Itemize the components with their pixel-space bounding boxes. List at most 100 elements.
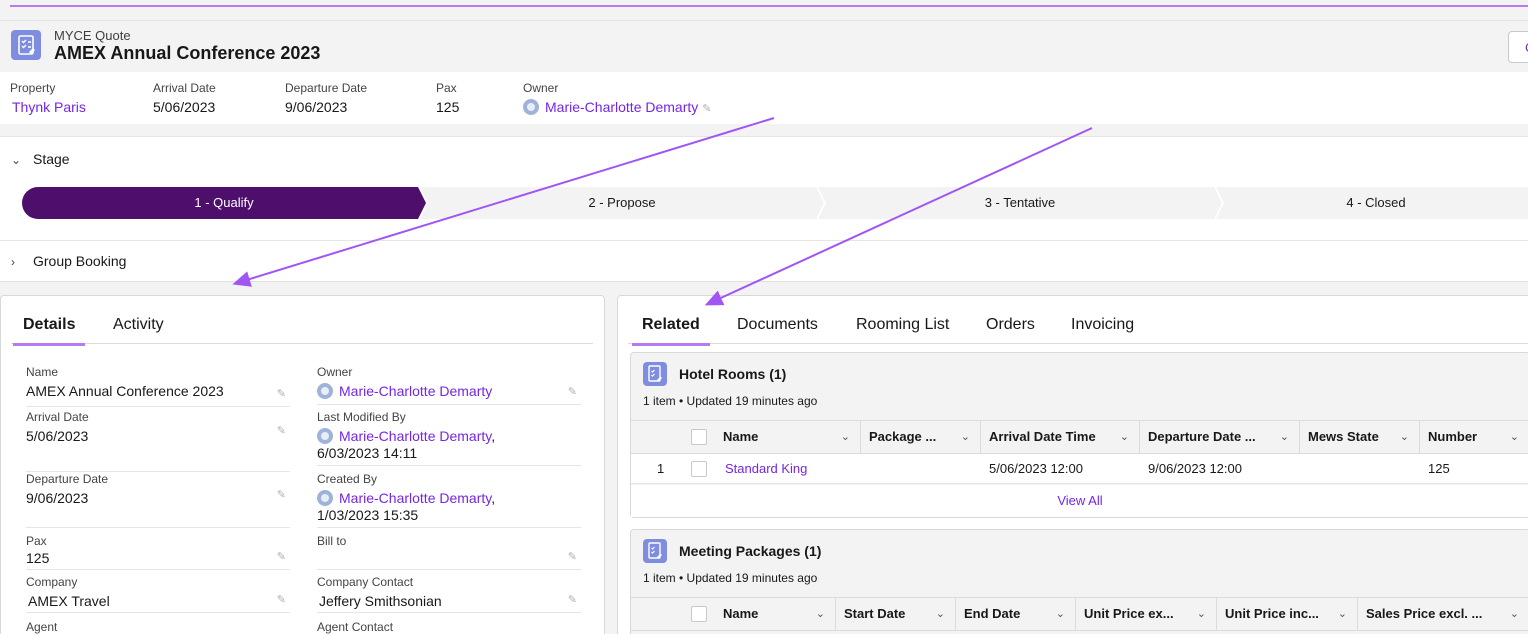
chevron-right-icon: ›	[11, 255, 15, 269]
column-header[interactable]: Name ⌄	[715, 421, 861, 453]
chevron-down-icon[interactable]: ⌄	[961, 421, 970, 453]
column-header[interactable]: Mews State ⌄	[1300, 421, 1420, 453]
field-pax: Pax 125 ✎	[26, 534, 290, 570]
last-modified-value: Marie-Charlotte Demarty,	[317, 428, 581, 444]
pencil-icon[interactable]: ✎	[277, 488, 286, 501]
change-owner-icon[interactable]: ✎	[702, 102, 714, 115]
chevron-down-icon: ⌄	[11, 153, 22, 167]
path-step-closed[interactable]: 4 - Closed	[1216, 187, 1528, 219]
owner-link[interactable]: Marie-Charlotte Demarty	[339, 383, 492, 399]
chevron-down-icon[interactable]: ⌄	[1197, 598, 1206, 630]
field-label: Pax	[26, 534, 47, 548]
tab-rooming-list[interactable]: Rooming List	[856, 316, 949, 334]
chevron-down-icon[interactable]: ⌄	[1338, 598, 1347, 630]
view-all-link[interactable]: View All	[631, 485, 1528, 517]
row-arrival: 5/06/2023 12:00	[989, 461, 1083, 476]
field-name: Name AMEX Annual Conference 2023 ✎	[26, 365, 290, 407]
chevron-down-icon[interactable]: ⌄	[1280, 421, 1289, 453]
chevron-down-icon[interactable]: ⌄	[816, 598, 825, 630]
user-link[interactable]: Marie-Charlotte Demarty	[339, 428, 491, 444]
path-step-tentative[interactable]: 3 - Tentative	[818, 187, 1222, 219]
last-modified-date: 6/03/2023 14:11	[317, 445, 418, 461]
tab-orders[interactable]: Orders	[986, 316, 1035, 334]
highlight-departure-date: Departure Date 9/06/2023	[285, 81, 367, 115]
tab-invoicing[interactable]: Invoicing	[1071, 316, 1134, 334]
field-owner: Owner Marie-Charlotte Demarty ✎	[317, 365, 581, 405]
tab-documents[interactable]: Documents	[737, 316, 818, 334]
column-header[interactable]: Sales Price excl. ... ⌄	[1358, 598, 1528, 630]
row-checkbox[interactable]	[691, 461, 707, 477]
related-tabs: Related Documents Rooming List Orders In…	[628, 306, 1528, 346]
column-header[interactable]: Name ⌄	[715, 598, 836, 630]
highlight-label: Pax	[436, 81, 457, 95]
row-name-link[interactable]: Standard King	[725, 461, 807, 476]
property-link[interactable]: Thynk Paris	[12, 99, 86, 115]
related-list-meta: 1 item • Updated 19 minutes ago	[643, 571, 818, 585]
chevron-down-icon[interactable]: ⌄	[1510, 598, 1519, 630]
chevron-down-icon[interactable]: ⌄	[1510, 421, 1519, 453]
stage-path: 1 - Qualify 2 - Propose 3 - Tentative 4 …	[22, 187, 1528, 219]
path-step-propose[interactable]: 2 - Propose	[420, 187, 824, 219]
pencil-icon[interactable]: ✎	[568, 550, 577, 563]
meeting-packages-list: Meeting Packages (1) 1 item • Updated 19…	[630, 529, 1528, 634]
clipboard-check-icon	[11, 30, 41, 60]
chevron-down-icon[interactable]: ⌄	[936, 598, 945, 630]
select-all-checkbox[interactable]	[691, 429, 707, 445]
chevron-down-icon[interactable]: ⌄	[841, 421, 850, 453]
company-link[interactable]: AMEX Travel	[28, 593, 290, 609]
chevron-down-icon[interactable]: ⌄	[1400, 421, 1409, 453]
column-header[interactable]: Package ... ⌄	[861, 421, 981, 453]
pencil-icon[interactable]: ✎	[568, 593, 577, 606]
pencil-icon[interactable]: ✎	[277, 550, 286, 563]
chevron-down-icon[interactable]: ⌄	[1056, 598, 1065, 630]
created-by-value: Marie-Charlotte Demarty,	[317, 490, 581, 506]
stage-toggle[interactable]: ⌄ Stage	[11, 151, 70, 167]
header-action-button[interactable]: C	[1508, 31, 1528, 63]
highlight-value: 5/06/2023	[153, 99, 216, 115]
column-header[interactable]: Unit Price ex... ⌄	[1076, 598, 1217, 630]
group-booking-section: › Group Booking	[0, 240, 1528, 282]
column-header[interactable]: Arrival Date Time ⌄	[981, 421, 1140, 453]
user-link[interactable]: Marie-Charlotte Demarty	[339, 490, 491, 506]
field-label: Last Modified By	[317, 410, 406, 424]
change-owner-icon[interactable]: ✎	[568, 385, 577, 398]
field-agent-contact: Agent Contact	[317, 620, 581, 634]
hotel-rooms-list: Hotel Rooms (1) 1 item • Updated 19 minu…	[630, 352, 1528, 518]
column-header[interactable]: Unit Price inc... ⌄	[1217, 598, 1358, 630]
column-header[interactable]: End Date ⌄	[956, 598, 1076, 630]
field-departure-date: Departure Date 9/06/2023 ✎	[26, 472, 290, 528]
table-header: Name ⌄ Package ... ⌄ Arrival Date Time ⌄ De…	[631, 420, 1528, 454]
highlight-label: Owner	[523, 81, 559, 95]
record-type-label: MYCE Quote	[54, 28, 131, 43]
select-all-checkbox[interactable]	[691, 606, 707, 622]
table-row: 1 Standard King 5/06/2023 12:00 9/06/202…	[631, 454, 1528, 484]
tab-details[interactable]: Details	[12, 316, 87, 346]
pencil-icon[interactable]: ✎	[277, 424, 286, 437]
pencil-icon[interactable]: ✎	[277, 593, 286, 606]
path-step-qualify[interactable]: 1 - Qualify	[22, 187, 426, 219]
field-bill-to: Bill to ✎	[317, 534, 581, 570]
related-list-title[interactable]: Hotel Rooms (1)	[679, 366, 786, 382]
owner-link[interactable]: Marie-Charlotte Demarty	[545, 99, 698, 115]
avatar	[317, 428, 333, 444]
tab-related[interactable]: Related	[632, 316, 710, 346]
table-header: Name ⌄ Start Date ⌄ End Date ⌄ Unit Price e…	[631, 597, 1528, 631]
section-label: Stage	[33, 151, 70, 167]
field-created-by: Created By Marie-Charlotte Demarty, 1/03…	[317, 472, 581, 528]
avatar	[523, 99, 539, 115]
highlight-property: Property Thynk Paris	[10, 81, 86, 115]
field-label: Company	[26, 575, 78, 589]
group-booking-toggle[interactable]: › Group Booking	[11, 253, 126, 269]
pencil-icon[interactable]: ✎	[277, 387, 286, 400]
column-header[interactable]: Number ⌄	[1420, 421, 1528, 453]
related-list-title[interactable]: Meeting Packages (1)	[679, 543, 821, 559]
owner-value: Marie-Charlotte Demarty	[317, 383, 581, 399]
column-header[interactable]: Departure Date ... ⌄	[1140, 421, 1300, 453]
field-value: 125	[26, 550, 50, 566]
field-company-contact: Company Contact Jeffery Smithsonian ✎	[317, 575, 581, 613]
company-contact-link[interactable]: Jeffery Smithsonian	[319, 593, 581, 609]
chevron-down-icon[interactable]: ⌄	[1120, 421, 1129, 453]
column-header[interactable]: Start Date ⌄	[836, 598, 956, 630]
field-label: Bill to	[317, 534, 347, 548]
tab-activity[interactable]: Activity	[113, 316, 164, 334]
